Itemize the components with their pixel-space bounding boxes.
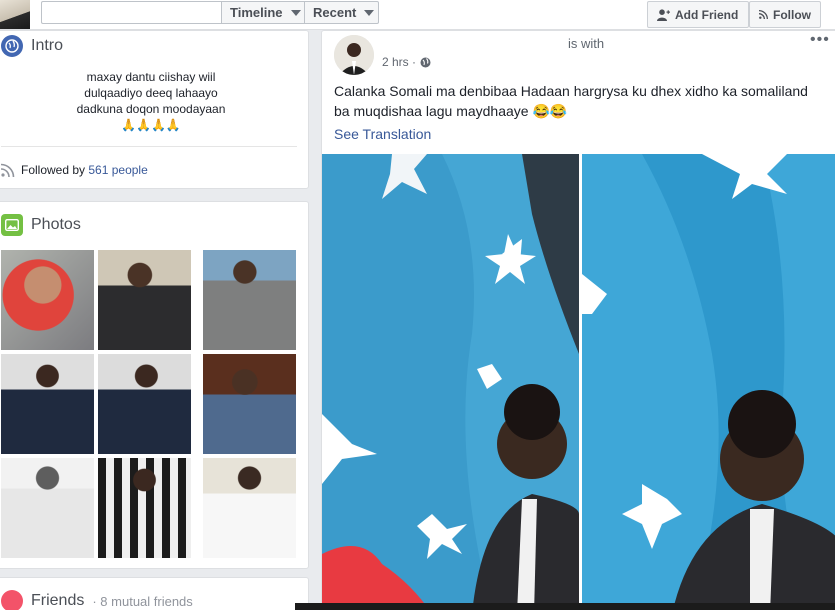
bio-emoji: 🙏🙏🙏🙏 (121, 118, 181, 132)
tab-recent[interactable]: Recent (304, 1, 379, 24)
friends-icon (1, 590, 23, 610)
photo-thumbnail[interactable] (98, 354, 191, 454)
globe-icon (1, 35, 23, 57)
post-photo[interactable] (582, 154, 835, 610)
intro-title: Intro (31, 37, 64, 54)
post-with-text: is with (568, 36, 605, 51)
add-friend-button[interactable]: Add Friend (647, 1, 749, 28)
avatar[interactable] (334, 35, 374, 75)
see-translation-link[interactable]: See Translation (334, 126, 431, 142)
add-user-icon (657, 8, 670, 21)
photos-header: Photos (1, 214, 81, 236)
rss-icon (1, 163, 15, 177)
friends-title: Friends (31, 592, 85, 609)
chevron-down-icon (364, 9, 375, 16)
bio-line: dulqaadiyo deeq lahaayo (84, 86, 218, 100)
photo-thumbnail[interactable] (1, 354, 94, 454)
photo-thumbnail[interactable] (1, 458, 94, 558)
followed-by: Followed by 561 people (1, 163, 148, 177)
top-bar: Timeline Recent Add Friend Follow (0, 0, 835, 30)
intro-bio: maxay dantu ciishay wiil dulqaadiyo deeq… (1, 69, 301, 133)
chevron-down-icon (290, 9, 301, 16)
profile-thumbnail[interactable] (0, 0, 30, 29)
post-photo[interactable] (322, 154, 579, 610)
tab-timeline-label: Timeline (230, 5, 283, 20)
follow-label: Follow (773, 7, 811, 22)
photo-icon (1, 214, 23, 236)
globe-icon (420, 57, 431, 67)
bio-line: maxay dantu ciishay wiil (86, 70, 216, 84)
photo-thumbnail[interactable] (203, 250, 296, 350)
tab-recent-label: Recent (313, 5, 357, 20)
rss-icon (759, 10, 768, 20)
divider (1, 146, 297, 147)
post-time-label: 2 hrs · (382, 55, 417, 69)
post-options-button[interactable]: ••• (810, 31, 830, 49)
photo-thumbnail[interactable] (1, 250, 94, 350)
intro-card: Intro maxay dantu ciishay wiil dulqaadiy… (0, 30, 309, 189)
followers-link[interactable]: 561 people (88, 163, 147, 177)
photo-thumbnail[interactable] (203, 458, 296, 558)
post-timestamp[interactable]: 2 hrs · (382, 55, 431, 69)
post-text: Calanka Somali ma denbibaa Hadaan hargry… (334, 83, 808, 119)
friends-header: Friends · 8 mutual friends (1, 590, 193, 610)
photos-title: Photos (31, 216, 81, 233)
search-input[interactable] (41, 1, 221, 24)
mutual-friends-count: · 8 mutual friends (92, 593, 193, 609)
post-card: is with 2 hrs · ••• Calanka Somali ma de… (321, 30, 835, 610)
follow-button[interactable]: Follow (749, 1, 821, 28)
tab-timeline[interactable]: Timeline (221, 1, 305, 24)
friends-card: Friends · 8 mutual friends (0, 577, 309, 610)
add-friend-label: Add Friend (675, 7, 739, 22)
photo-thumbnail[interactable] (203, 354, 296, 454)
intro-header: Intro (1, 35, 63, 57)
followed-prefix: Followed by (21, 163, 89, 177)
bio-line: dadkuna doqon moodayaan (76, 102, 226, 116)
photo-thumbnail[interactable] (98, 250, 191, 350)
bottom-bar (295, 603, 835, 610)
photos-card: Photos (0, 201, 309, 569)
photo-thumbnail[interactable] (98, 458, 191, 558)
